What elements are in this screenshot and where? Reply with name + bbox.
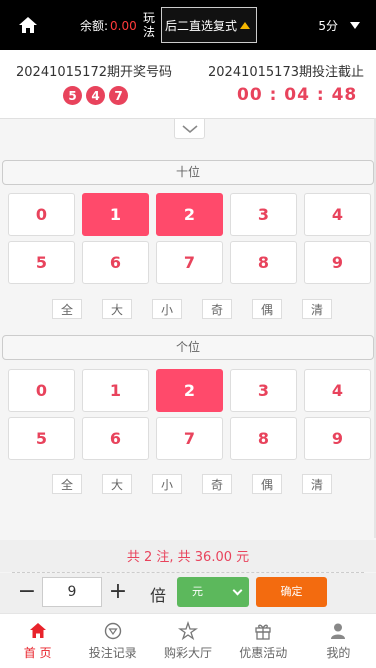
gift-icon (255, 624, 271, 640)
bet-controls: − 9 + 倍 元 确定 (0, 573, 376, 613)
filter-even[interactable]: 偶 (252, 299, 282, 319)
last-issue: 20241015172期开奖号码 (16, 65, 172, 80)
number-button[interactable]: 3 (230, 193, 297, 236)
filter-row-tens: 全 大 小 奇 偶 清 (52, 299, 332, 319)
confirm-button[interactable]: 确定 (256, 577, 327, 607)
number-button[interactable]: 9 (304, 417, 371, 460)
number-button[interactable]: 7 (156, 241, 223, 284)
number-button-selected[interactable]: 2 (156, 369, 223, 412)
nav-label: 投注记录 (88, 646, 137, 660)
filter-all[interactable]: 全 (52, 299, 82, 319)
multiplier-input[interactable]: 9 (42, 577, 102, 607)
lobby-icon (178, 621, 198, 641)
user-icon (331, 623, 346, 639)
number-button[interactable]: 8 (230, 241, 297, 284)
number-button[interactable]: 8 (230, 417, 297, 460)
balance: 余额: 0.00 (80, 17, 137, 34)
play-type-select[interactable]: 后二直选复式 (161, 7, 257, 43)
filter-small[interactable]: 小 (152, 299, 182, 319)
number-grid-units: 0 1 2 3 4 5 6 7 8 9 (8, 369, 371, 460)
draw-info: 20241015172期开奖号码 5 4 7 20241015173期投注截止 … (0, 50, 376, 118)
filter-odd[interactable]: 奇 (202, 299, 232, 319)
number-button[interactable]: 4 (304, 369, 371, 412)
number-grid-tens: 0 1 2 3 4 5 6 7 8 9 (8, 193, 371, 284)
period-select[interactable]: 5分 (318, 17, 360, 34)
last-draw-balls: 5 4 7 (63, 86, 128, 105)
multiplier-label: 倍 (150, 586, 167, 605)
nav-lobby[interactable]: 购彩大厅 (150, 614, 225, 668)
chevron-down-icon (232, 585, 243, 596)
filter-small[interactable]: 小 (152, 474, 182, 494)
period-value: 5分 (318, 19, 338, 33)
filter-row-units: 全 大 小 奇 偶 清 (52, 474, 332, 494)
play-label: 玩法 (143, 11, 156, 39)
nav-records[interactable]: 投注记录 (75, 614, 150, 668)
number-button[interactable]: 6 (82, 417, 149, 460)
top-bar: 余额: 0.00 玩法 后二直选复式 5分 (0, 0, 376, 50)
number-button-selected[interactable]: 1 (82, 193, 149, 236)
unit-select[interactable]: 元 (177, 577, 249, 607)
filter-clear[interactable]: 清 (302, 474, 332, 494)
filter-even[interactable]: 偶 (252, 474, 282, 494)
expand-button[interactable] (174, 119, 205, 139)
chevron-down-icon (181, 124, 198, 133)
nav-label: 首 页 (23, 646, 52, 660)
number-button-selected[interactable]: 2 (156, 193, 223, 236)
caret-down-icon (350, 22, 360, 29)
lottery-app: 余额: 0.00 玩法 后二直选复式 5分 20241015172期开奖号码 5 … (0, 0, 376, 668)
filter-odd[interactable]: 奇 (202, 474, 232, 494)
filter-big[interactable]: 大 (102, 474, 132, 494)
home-icon (29, 623, 46, 638)
draw-ball: 7 (109, 86, 128, 105)
minus-button[interactable]: − (13, 579, 41, 607)
countdown: 00 : 04 : 48 (237, 85, 358, 105)
nav-mine[interactable]: 我的 (301, 614, 376, 668)
number-button[interactable]: 5 (8, 241, 75, 284)
play-type-value: 后二直选复式 (165, 18, 238, 33)
plus-button[interactable]: + (104, 579, 132, 607)
number-button[interactable]: 0 (8, 369, 75, 412)
home-icon[interactable] (16, 13, 40, 37)
unit-value: 元 (192, 585, 203, 598)
number-button[interactable]: 6 (82, 241, 149, 284)
draw-ball: 4 (86, 86, 105, 105)
nav-label: 我的 (326, 646, 351, 660)
section-title-units: 个位 (2, 335, 374, 360)
number-button[interactable]: 0 (8, 193, 75, 236)
nav-promotions[interactable]: 优惠活动 (226, 614, 301, 668)
number-button[interactable]: 4 (304, 193, 371, 236)
section-title-tens: 十位 (2, 160, 374, 185)
next-issue: 20241015173期投注截止 (208, 65, 364, 80)
filter-all[interactable]: 全 (52, 474, 82, 494)
number-button[interactable]: 5 (8, 417, 75, 460)
balance-value: 0.00 (110, 19, 137, 33)
balance-label: 余额: (80, 19, 109, 33)
bet-summary: 共 2 注, 共 36.00 元 (0, 540, 376, 572)
number-button[interactable]: 7 (156, 417, 223, 460)
nav-home[interactable]: 首 页 (0, 614, 75, 668)
records-icon (104, 622, 121, 640)
number-button[interactable]: 9 (304, 241, 371, 284)
filter-big[interactable]: 大 (102, 299, 132, 319)
draw-ball: 5 (63, 86, 82, 105)
number-button[interactable]: 1 (82, 369, 149, 412)
nav-label: 购彩大厅 (164, 646, 213, 660)
filter-clear[interactable]: 清 (302, 299, 332, 319)
bottom-nav: 首 页 投注记录 购彩大厅 优惠活动 我的 (0, 613, 376, 668)
number-button[interactable]: 3 (230, 369, 297, 412)
caret-up-icon (240, 22, 250, 29)
nav-label: 优惠活动 (239, 646, 288, 660)
